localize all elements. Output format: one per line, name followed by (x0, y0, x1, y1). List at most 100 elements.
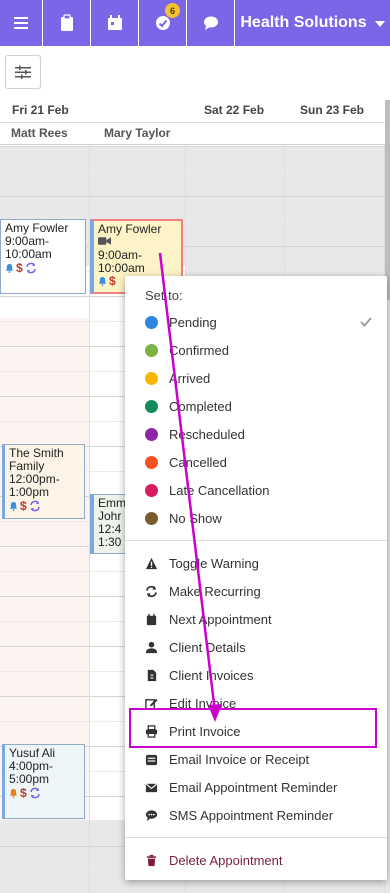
nav-tasks-list-button[interactable] (43, 0, 91, 46)
menu-item-label: SMS Appointment Reminder (169, 807, 334, 823)
appointment-client: Amy Fowler (98, 222, 162, 236)
bell-icon (9, 788, 18, 798)
recurring-icon (25, 262, 36, 274)
status-label: Late Cancellation (169, 482, 270, 498)
date-fri-21: Fri 21 Feb (12, 103, 69, 117)
clipboard-icon (60, 14, 73, 31)
appointment-card[interactable]: Emm Johr 12:4 1:30 (90, 494, 130, 554)
top-nav: 6 Health Solutions (0, 0, 390, 46)
menu-icon (14, 17, 28, 29)
organization-switcher[interactable]: Health Solutions (235, 0, 390, 46)
bell-icon (9, 501, 18, 511)
nav-menu-button[interactable] (0, 0, 43, 46)
status-dot (145, 371, 158, 385)
status-label: No Show (169, 510, 222, 526)
recurring-icon (29, 787, 40, 799)
staff-matt-rees[interactable]: Matt Rees (11, 126, 68, 140)
menu-item-label: Delete Appointment (169, 852, 283, 868)
status-label: Confirmed (169, 342, 229, 358)
header-divider (0, 122, 385, 123)
menu-delete-appointment[interactable]: Delete Appointment (125, 846, 387, 874)
nav-tasks-button[interactable]: 6 (139, 0, 187, 46)
calendar-header: Fri 21 Feb Sat 22 Feb Sun 23 Feb Matt Re… (0, 100, 385, 145)
menu-email-reminder[interactable]: Email Appointment Reminder (125, 773, 387, 801)
time-slot-line (0, 146, 385, 147)
status-rescheduled[interactable]: Rescheduled (125, 420, 387, 448)
menu-item-label: Make Recurring (169, 583, 261, 599)
menu-item-label: Client Details (169, 639, 246, 655)
appointment-time: 5:00pm (9, 772, 50, 786)
menu-make-recurring[interactable]: Make Recurring (125, 577, 387, 605)
calendar-icon (146, 613, 157, 625)
staff-mary-taylor[interactable]: Mary Taylor (104, 126, 170, 140)
caret-down-icon (374, 21, 385, 27)
status-completed[interactable]: Completed (125, 392, 387, 420)
appointment-time: 1:00pm (9, 485, 50, 499)
status-label: Arrived (169, 370, 211, 386)
app-root: 6 Health Solutions Fri 21 Feb Sat 22 Feb… (0, 0, 390, 893)
status-label: Rescheduled (169, 426, 245, 442)
status-pending[interactable]: Pending (125, 308, 387, 336)
appointment-context-menu: Set to: Pending Confirmed Arrived Comple… (125, 276, 387, 880)
status-dot (145, 511, 158, 525)
status-dot (145, 315, 158, 329)
checkmark-icon (360, 317, 372, 327)
menu-divider (125, 540, 387, 541)
time-slot-line (0, 196, 385, 197)
sms-icon (145, 809, 158, 821)
status-cancelled[interactable]: Cancelled (125, 448, 387, 476)
status-dot (145, 427, 158, 441)
status-label: Completed (169, 398, 232, 414)
dollar-icon: $ (20, 499, 27, 513)
video-icon (98, 237, 111, 245)
user-icon (145, 641, 158, 653)
menu-client-details[interactable]: Client Details (125, 633, 387, 661)
bell-icon (5, 263, 14, 273)
status-label: Cancelled (169, 454, 227, 470)
date-sun-23: Sun 23 Feb (300, 103, 365, 117)
nav-calendar-button[interactable] (91, 0, 139, 46)
menu-item-label: Toggle Warning (169, 555, 259, 571)
appointment-time: 1:30 (98, 535, 122, 549)
status-dot (145, 399, 158, 413)
chat-icon (203, 16, 218, 30)
status-no-show[interactable]: No Show (125, 504, 387, 532)
nav-messages-button[interactable] (187, 0, 235, 46)
menu-divider (125, 837, 387, 838)
trash-icon (146, 854, 157, 866)
bell-icon (98, 276, 107, 286)
status-confirmed[interactable]: Confirmed (125, 336, 387, 364)
menu-item-label: Email Invoice or Receipt (169, 751, 310, 767)
menu-item-label: Email Appointment Reminder (169, 779, 338, 795)
organization-name: Health Solutions (240, 14, 367, 31)
menu-toggle-warning[interactable]: Toggle Warning (125, 549, 387, 577)
envelope-icon (145, 782, 158, 792)
filter-settings-button[interactable] (5, 55, 41, 89)
status-dot (145, 455, 158, 469)
status-label: Pending (169, 314, 217, 330)
appointment-card[interactable]: The Smith Family 12:00pm- 1:00pm $ (2, 444, 85, 519)
status-dot (145, 343, 158, 357)
status-arrived[interactable]: Arrived (125, 364, 387, 392)
invoice-icon (147, 669, 157, 681)
warning-icon (145, 557, 158, 569)
menu-email-invoice[interactable]: Email Invoice or Receipt (125, 745, 387, 773)
dollar-icon: $ (16, 261, 23, 275)
menu-next-appointment[interactable]: Next Appointment (125, 605, 387, 633)
email-receipt-icon (145, 754, 158, 765)
status-dot (145, 483, 158, 497)
menu-item-label: Next Appointment (169, 611, 272, 627)
menu-client-invoices[interactable]: Client Invoices (125, 661, 387, 689)
appointment-time: 10:00am (5, 247, 52, 261)
appointment-card[interactable]: Amy Fowler 9:00am- 10:00am $ (0, 219, 86, 294)
menu-sms-reminder[interactable]: SMS Appointment Reminder (125, 801, 387, 829)
status-late-cancellation[interactable]: Late Cancellation (125, 476, 387, 504)
recurring-icon (29, 500, 40, 512)
task-count-badge: 6 (165, 3, 180, 18)
scrollbar-thumb[interactable] (385, 100, 390, 300)
appointment-card[interactable]: Yusuf Ali 4:00pm- 5:00pm $ (2, 744, 85, 819)
dollar-icon: $ (20, 786, 27, 800)
annotation-highlight-box (129, 708, 377, 748)
time-slot-line (0, 171, 385, 172)
calendar-icon (107, 15, 122, 30)
